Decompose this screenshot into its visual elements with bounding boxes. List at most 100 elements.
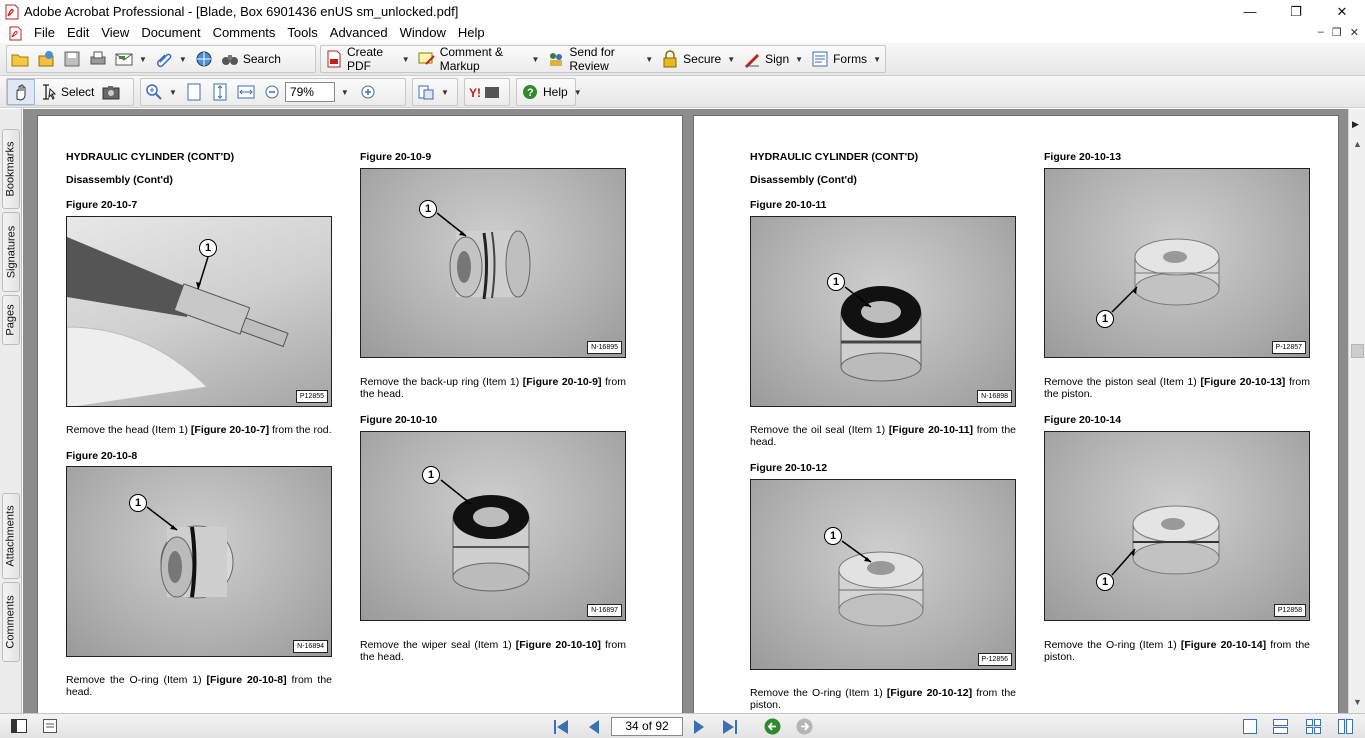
rotate-view-button[interactable]: ▼: [413, 79, 453, 105]
attach-button[interactable]: ▼: [151, 46, 191, 72]
menu-tools[interactable]: Tools: [281, 23, 323, 43]
maximize-button[interactable]: ❐: [1273, 0, 1319, 23]
save-button[interactable]: [59, 46, 85, 72]
help-button[interactable]: ? Help ▼: [517, 79, 586, 105]
comment-markup-button[interactable]: Comment & Markup ▼: [414, 45, 544, 73]
actual-size-button[interactable]: [181, 79, 207, 105]
doc-restore-button[interactable]: ❐: [1332, 26, 1342, 39]
document-properties-icon[interactable]: [43, 719, 57, 736]
secure-label: Secure: [683, 52, 722, 66]
fit-width-button[interactable]: [233, 79, 259, 105]
photo-code: P-12856: [977, 653, 1012, 666]
figure-label: Figure 20-10-10: [360, 414, 438, 426]
document-icon[interactable]: [9, 26, 22, 41]
menu-help[interactable]: Help: [452, 23, 491, 43]
navigation-toolbar: Select ▼ 79% ▼ ▼ Y! ? Help ▼: [0, 76, 1365, 108]
tab-bookmarks[interactable]: Bookmarks: [2, 129, 20, 209]
last-page-icon[interactable]: [722, 719, 738, 738]
figure-photo: 1 N-16897: [360, 431, 626, 621]
go-back-icon[interactable]: [764, 718, 781, 738]
zoom-out-button[interactable]: [259, 79, 285, 105]
zoom-in-icon: [359, 83, 377, 101]
vertical-scrollbar[interactable]: ▶ ▲ ▼: [1348, 109, 1365, 713]
minimize-button[interactable]: —: [1227, 0, 1273, 23]
globe-icon: [195, 50, 213, 68]
menu-comments[interactable]: Comments: [207, 23, 282, 43]
document-pane[interactable]: HYDRAULIC CYLINDER (CONT'D) Disassembly …: [23, 109, 1348, 713]
figure-photo: 1 P-12857: [1044, 168, 1310, 358]
create-pdf-button[interactable]: Create PDF ▼: [321, 45, 414, 73]
figure-caption: Remove the wiper seal (Item 1) [Figure 2…: [360, 639, 626, 663]
yahoo-button[interactable]: Y!: [465, 79, 507, 105]
hand-tool-button[interactable]: [7, 79, 35, 105]
tab-attachments[interactable]: Attachments: [2, 493, 20, 579]
tab-pages[interactable]: Pages: [2, 295, 20, 345]
figure-caption: Remove the O-ring (Item 1) [Figure 20-10…: [1044, 639, 1310, 663]
send-for-review-button[interactable]: Send for Review ▼: [543, 45, 657, 73]
select-tool-button[interactable]: Select: [35, 79, 98, 105]
web-button[interactable]: [191, 46, 217, 72]
save-icon: [63, 50, 81, 68]
sign-button[interactable]: Sign ▼: [739, 46, 807, 72]
zoom-tools-group: ▼ 79% ▼: [140, 78, 406, 106]
snapshot-button[interactable]: [98, 79, 124, 105]
doc-close-button[interactable]: ✕: [1350, 26, 1359, 39]
figure-label: Figure 20-10-11: [750, 199, 827, 211]
figure-photo: 1 N-16898: [750, 216, 1016, 407]
menu-advanced[interactable]: Advanced: [324, 23, 394, 43]
zoom-dropdown-icon[interactable]: ▼: [341, 88, 349, 97]
figure-photo: 1 P12855: [66, 216, 332, 407]
organizer-icon: [37, 50, 55, 68]
scroll-down-icon[interactable]: ▼: [1353, 697, 1362, 707]
open-button[interactable]: [7, 46, 33, 72]
tab-comments[interactable]: Comments: [2, 582, 20, 662]
create-pdf-icon: [325, 50, 343, 68]
callout-arrow: [844, 286, 872, 308]
email-button[interactable]: ▼: [111, 46, 151, 72]
page-number-input[interactable]: 34 of 92: [611, 717, 683, 736]
navigation-pane: Bookmarks Signatures Pages Attachments C…: [0, 109, 22, 713]
fit-width-icon: [237, 83, 255, 101]
menu-document[interactable]: Document: [135, 23, 206, 43]
search-button[interactable]: Search: [217, 46, 285, 72]
facing-view-icon[interactable]: [1338, 719, 1353, 737]
menu-edit[interactable]: Edit: [61, 23, 95, 43]
magnifier-icon: [145, 83, 163, 101]
zoom-in-button[interactable]: [355, 79, 381, 105]
panel-toggle-icon[interactable]: [11, 719, 27, 736]
print-button[interactable]: [85, 46, 111, 72]
menu-view[interactable]: View: [95, 23, 135, 43]
previous-page-icon[interactable]: [587, 719, 601, 738]
page-subheading: Disassembly (Cont'd): [750, 174, 857, 186]
fit-page-button[interactable]: [207, 79, 233, 105]
task-buttons-group: Create PDF ▼ Comment & Markup ▼ Send for…: [320, 45, 886, 73]
hand-icon: [12, 83, 30, 101]
next-page-icon[interactable]: [692, 719, 706, 738]
zoom-in-tool-button[interactable]: ▼: [141, 79, 181, 105]
panel-expand-icon[interactable]: ▶: [1352, 119, 1359, 130]
secure-button[interactable]: Secure ▼: [657, 46, 739, 72]
svg-text:Y!: Y!: [469, 86, 481, 100]
photo-code: P12858: [1273, 604, 1306, 617]
organizer-button[interactable]: [33, 46, 59, 72]
menu-file[interactable]: File: [28, 23, 61, 43]
zoom-level-input[interactable]: 79%: [284, 82, 335, 102]
continuous-view-icon[interactable]: [1273, 719, 1288, 737]
menu-window[interactable]: Window: [394, 23, 452, 43]
photo-code: P12855: [295, 390, 328, 403]
forms-button[interactable]: Forms ▼: [807, 46, 885, 72]
photo-code: N-16895: [587, 341, 622, 354]
figure-photo: 1 N-16895: [360, 168, 626, 358]
first-page-icon[interactable]: [553, 719, 569, 738]
doc-minimize-button[interactable]: –: [1318, 26, 1324, 39]
single-page-view-icon[interactable]: [1243, 719, 1257, 737]
select-tools-group: Select: [6, 78, 134, 106]
close-button[interactable]: ✕: [1319, 0, 1365, 23]
callout-arrow: [1111, 286, 1138, 313]
scroll-thumb[interactable]: [1351, 344, 1364, 358]
scroll-up-icon[interactable]: ▲: [1353, 139, 1362, 149]
callout-arrow: [436, 212, 467, 237]
continuous-facing-view-icon[interactable]: [1306, 719, 1321, 737]
go-forward-icon[interactable]: [796, 718, 813, 738]
tab-signatures[interactable]: Signatures: [2, 212, 20, 292]
